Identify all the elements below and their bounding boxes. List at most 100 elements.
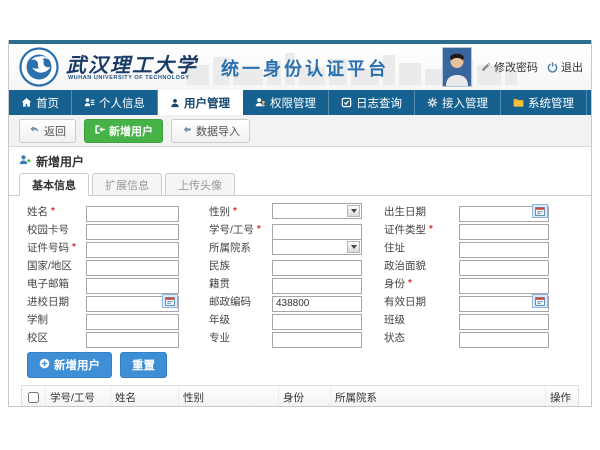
reset-label: 重置 <box>132 357 155 373</box>
university-name-cn: 武汉理工大学 <box>66 49 198 78</box>
tab-upload-avatar[interactable]: 上传头像 <box>165 173 235 195</box>
logout-link[interactable]: 退出 <box>547 59 583 75</box>
header: 武汉理工大学 WUHAN UNIVERSITY OF TECHNOLOGY 统一… <box>9 44 591 90</box>
select-all-cell <box>22 386 46 407</box>
import-arrow-icon <box>181 124 192 138</box>
nav-item-subscription-mgmt[interactable]: 订阅管理 <box>587 90 592 115</box>
status-label: 状态 <box>384 330 459 345</box>
main-nav: 首页 个人信息用户管理 权限管理日志查询接入管理 系统管理 订阅管理 <box>9 90 591 115</box>
user-table: 学号/工号姓名性别身份所属院系操作 <box>21 385 579 407</box>
campus-input[interactable] <box>86 332 179 348</box>
field-campus-card: 校园卡号 <box>27 221 179 237</box>
nav-item-log-query[interactable]: 日志查询 <box>329 90 415 115</box>
calendar-icon[interactable] <box>532 294 548 308</box>
user-avatar[interactable] <box>442 47 472 87</box>
enter-icon <box>94 124 105 138</box>
field-name: 姓名* <box>27 203 179 219</box>
table-header-3: 身份 <box>279 386 331 407</box>
change-password-link[interactable]: 修改密码 <box>481 59 538 75</box>
field-status: 状态 <box>384 329 549 345</box>
section-title: 新增用户 <box>9 147 591 174</box>
dropdown-arrow-icon[interactable] <box>347 205 360 217</box>
person-icon <box>170 98 180 108</box>
pencil-icon <box>481 62 491 72</box>
field-enroll-date: 进校日期 <box>27 293 179 309</box>
table-header-2: 性别 <box>179 386 279 407</box>
field-campus: 校区 <box>27 329 179 345</box>
field-birth-date: 出生日期 <box>384 203 549 219</box>
required-marker: * <box>408 278 412 289</box>
nav-item-label: 首页 <box>36 95 59 111</box>
id-type-input[interactable] <box>459 224 549 240</box>
dropdown-arrow-icon[interactable] <box>347 241 360 253</box>
back-label: 返回 <box>44 123 66 139</box>
campus-card-label: 校园卡号 <box>27 222 86 237</box>
field-native-place: 籍贯 <box>209 275 362 291</box>
grade-input[interactable] <box>272 314 362 330</box>
person-info-icon <box>84 97 95 108</box>
nav-item-label: 个人信息 <box>99 95 145 111</box>
table-header-5: 操作 <box>546 386 578 407</box>
add-user-toolbar-button[interactable]: 新增用户 <box>84 119 163 143</box>
valid-date-label: 有效日期 <box>384 294 459 309</box>
gender-select[interactable] <box>272 203 362 219</box>
native-place-input[interactable] <box>272 278 362 294</box>
form-actions: 新增用户 重置 <box>9 346 591 383</box>
nav-item-system-mgmt[interactable]: 系统管理 <box>501 90 587 115</box>
university-logo-icon <box>19 47 59 87</box>
field-department: 所属院系 <box>209 239 362 255</box>
calendar-icon[interactable] <box>532 204 548 218</box>
nav-item-profile[interactable]: 个人信息 <box>72 90 158 115</box>
nav-item-label: 系统管理 <box>528 95 574 111</box>
postal-code-input[interactable] <box>272 296 362 312</box>
required-marker: * <box>233 206 237 217</box>
status-input[interactable] <box>459 332 549 348</box>
user-form: 姓名*性别*出生日期校园卡号学号/工号*证件类型*证件号码*所属院系住址国家/地… <box>9 196 591 346</box>
address-input[interactable] <box>459 242 549 258</box>
political-status-input[interactable] <box>459 260 549 276</box>
nav-item-home[interactable]: 首页 <box>9 90 72 115</box>
email-input[interactable] <box>86 278 179 294</box>
country-region-input[interactable] <box>86 260 179 276</box>
back-button[interactable]: 返回 <box>19 119 76 143</box>
calendar-icon[interactable] <box>162 294 178 308</box>
add-user-toolbar-label: 新增用户 <box>109 123 153 139</box>
id-number-input[interactable] <box>86 242 179 258</box>
id-type-label: 证件类型* <box>384 222 459 237</box>
checklist-icon <box>341 97 352 108</box>
study-length-input[interactable] <box>86 314 179 330</box>
form-row: 进校日期邮政编码有效日期 <box>27 292 591 310</box>
reset-button[interactable]: 重置 <box>120 352 167 378</box>
ethnicity-input[interactable] <box>272 260 362 276</box>
tab-basic-info[interactable]: 基本信息 <box>19 173 89 196</box>
home-icon <box>21 97 32 108</box>
campus-label: 校区 <box>27 330 86 345</box>
required-marker: * <box>51 206 55 217</box>
table-header-0: 学号/工号 <box>46 386 111 407</box>
form-row: 姓名*性别*出生日期 <box>27 202 591 220</box>
field-email: 电子邮箱 <box>27 275 179 291</box>
form-row: 校区专业状态 <box>27 328 591 346</box>
data-import-button[interactable]: 数据导入 <box>171 119 250 143</box>
select-all-checkbox[interactable] <box>28 392 39 403</box>
nav-item-access-mgmt[interactable]: 接入管理 <box>415 90 501 115</box>
add-user-submit-button[interactable]: 新增用户 <box>27 352 112 378</box>
class-input[interactable] <box>459 314 549 330</box>
student-id-input[interactable] <box>272 224 362 240</box>
identity-input[interactable] <box>459 278 549 294</box>
nav-item-permission-mgmt[interactable]: 权限管理 <box>243 90 329 115</box>
app-window: 武汉理工大学 WUHAN UNIVERSITY OF TECHNOLOGY 统一… <box>8 40 592 407</box>
nav-item-label: 权限管理 <box>270 95 316 111</box>
tab-extended-info[interactable]: 扩展信息 <box>92 173 162 195</box>
grade-label: 年级 <box>209 312 272 327</box>
field-country-region: 国家/地区 <box>27 257 179 273</box>
campus-card-input[interactable] <box>86 224 179 240</box>
content-panel: 新增用户 基本信息 扩展信息 上传头像 姓名* 性别 * 出生日期校园卡号学号/工号 *… <box>9 147 591 407</box>
name-input[interactable] <box>86 206 179 222</box>
back-arrow-icon <box>29 124 40 138</box>
required-marker: * <box>257 224 261 235</box>
nav-item-user-mgmt[interactable]: 用户管理 <box>158 90 243 115</box>
field-political-status: 政治面貌 <box>384 257 549 273</box>
department-select[interactable] <box>272 239 362 255</box>
major-input[interactable] <box>272 332 362 348</box>
